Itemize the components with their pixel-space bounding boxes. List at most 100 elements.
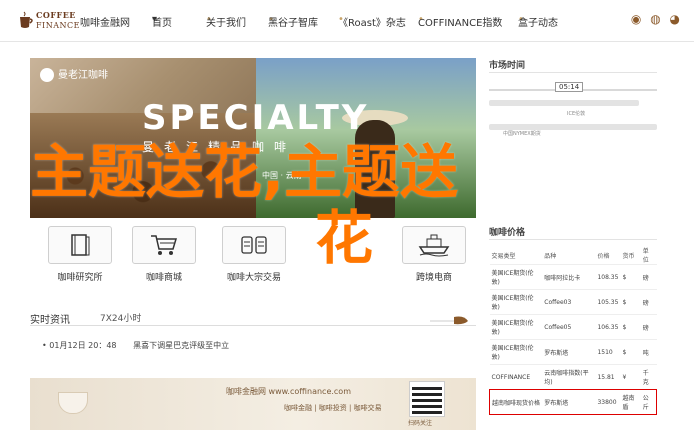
realtime-tab[interactable]: 7X24小时 xyxy=(100,311,141,324)
nav-label: 《Roast》杂志 xyxy=(338,18,406,29)
cart-icon xyxy=(151,235,178,255)
sidebar-divider xyxy=(489,72,657,73)
table-cell: 罗布斯塔 xyxy=(542,389,596,415)
table-cell: ¥ xyxy=(620,364,641,390)
realtime-title: 实时资讯 xyxy=(30,315,70,326)
ad-banner[interactable]: 咖啡金融网 www.coffinance.com 咖啡金融 | 咖啡投资 | 咖… xyxy=(30,378,476,430)
timeline-row-label: 中国NYMEX期货 xyxy=(503,131,541,137)
table-cell: 咖啡阿拉比卡 xyxy=(542,264,596,290)
table-header: 品种 xyxy=(544,252,557,260)
category-row: 咖啡研究所 咖啡商城 咖啡大宗交易 跨境电商 xyxy=(30,226,476,288)
nav-label: 关于我们 xyxy=(206,18,246,29)
category-icon-box xyxy=(132,226,196,264)
news-text: 黑喜下调星巴克评级至中立 xyxy=(133,341,230,350)
news-date: • 01月12日 20：48 xyxy=(42,341,117,350)
qr-code-icon xyxy=(409,381,445,417)
table-cell: COFFINANCE xyxy=(489,364,543,390)
ship-icon xyxy=(418,234,450,257)
table-cell: 越南盾 xyxy=(620,389,641,415)
category-icon-box xyxy=(222,226,286,264)
table-cell: 106.35 xyxy=(595,314,621,340)
table-cell: 公斤 xyxy=(640,389,657,415)
table-cell: 15.81 xyxy=(595,364,621,390)
table-cell: 美国ICE期货(伦敦) xyxy=(489,289,543,315)
price-title: 咖啡价格 xyxy=(489,228,526,238)
site-name: 咖啡金融网 xyxy=(80,18,130,29)
table-row[interactable]: 美国ICE期货(伦敦) 咖啡阿拉比卡 108.35 $ 磅 xyxy=(489,264,657,290)
banner-brand-text: 曼老江咖啡 xyxy=(58,70,108,81)
table-cell: 108.35 xyxy=(595,264,621,290)
table-cell: 吨 xyxy=(640,339,657,365)
logo-text-top: COFFEE xyxy=(36,10,76,20)
table-cell: 云南咖啡指数(平均) xyxy=(542,364,596,390)
table-cell: 磅 xyxy=(640,264,657,290)
table-header: 价格 xyxy=(597,252,610,260)
coffee-cup-icon xyxy=(20,11,33,28)
category-label: 咖啡研究所 xyxy=(57,273,103,283)
timeline-row xyxy=(489,100,639,106)
table-header-row: 交易类型 品种 价格 货币 单位 xyxy=(490,246,657,265)
nav-label: 首页 xyxy=(152,18,172,29)
table-cell: $ xyxy=(620,289,641,315)
timeline-row-label: ICE伦敦 xyxy=(567,111,586,117)
banner-brand: 曼老江咖啡 xyxy=(40,66,108,82)
table-cell: 美国ICE期货(伦敦) xyxy=(489,314,543,340)
table-row[interactable]: COFFINANCE 云南咖啡指数(平均) 15.81 ¥ 千克 xyxy=(489,364,657,390)
nav-label: COFFINANCE指数 xyxy=(418,18,503,29)
wechat-icon[interactable]: ◍ xyxy=(650,12,660,26)
more-icon[interactable] xyxy=(430,315,470,325)
user-icon[interactable]: ◕ xyxy=(670,12,680,26)
sidebar-divider xyxy=(489,239,657,240)
top-header: COFFEE FINANCE 咖啡金融网 首页 ▾ • 关于我们 • 黑谷子智库 •… xyxy=(0,0,694,42)
table-row[interactable]: 美国ICE期货(伦敦) Coffee05 106.35 $ 磅 xyxy=(489,314,657,340)
overlay-text-line1: 主题送花,主题送 xyxy=(30,138,459,206)
nav-item-home[interactable]: 首页 ▾ xyxy=(152,14,172,29)
category-label: 咖啡大宗交易 xyxy=(226,273,281,283)
table-cell: 磅 xyxy=(640,314,657,340)
table-cell: $ xyxy=(620,264,641,290)
table-cell: 1510 xyxy=(595,339,621,365)
header-icons: ◉ ◍ ◕ xyxy=(626,12,680,26)
category-bulk-trade[interactable]: 咖啡大宗交易 xyxy=(212,226,296,286)
timeline-current-time: 05:14 xyxy=(555,82,584,92)
category-label: 跨境电商 xyxy=(415,273,452,283)
market-time-title: 市场时间 xyxy=(489,61,526,71)
ad-site-name: 咖啡金融网 www.coffinance.com xyxy=(226,387,351,396)
table-row[interactable]: 美国ICE期货(伦敦) 罗布斯塔 1510 $ 吨 xyxy=(489,339,657,365)
coffee-cup-image xyxy=(58,392,88,414)
table-row-highlighted[interactable]: 越南咖啡现货价格 罗布斯塔 33800 越南盾 公斤 xyxy=(489,389,657,415)
table-header: 货币 xyxy=(622,252,635,260)
table-cell: 105.35 xyxy=(595,289,621,315)
table-cell: 千克 xyxy=(640,364,657,390)
book-icon xyxy=(71,234,90,256)
nav-label: 黑谷子智库 xyxy=(268,18,318,29)
brand-icon xyxy=(40,68,54,82)
news-item[interactable]: • 01月12日 20：48 黑喜下调星巴克评级至中立 xyxy=(42,340,229,351)
category-cross-border[interactable]: 跨境电商 xyxy=(392,226,476,286)
category-icon-box xyxy=(48,226,112,264)
market-timeline: 05:14 ICE伦敦 中国NYMEX期货 xyxy=(489,82,657,137)
table-cell: 33800 xyxy=(595,389,621,415)
overlay-text-line2: 花 xyxy=(315,204,374,272)
price-table: 交易类型 品种 价格 货币 单位 美国ICE期货(伦敦) 咖啡阿拉比卡 108.… xyxy=(489,246,657,415)
table-cell: Coffee05 xyxy=(542,314,596,340)
category-shop[interactable]: 咖啡商城 xyxy=(122,226,206,286)
category-research[interactable]: 咖啡研究所 xyxy=(38,226,122,286)
table-cell: Coffee03 xyxy=(542,289,596,315)
site-logo[interactable]: COFFEE FINANCE xyxy=(18,9,79,33)
ad-links: 咖啡金融 | 咖啡投资 | 咖啡交易 xyxy=(284,404,382,412)
banner-headline: SPECIALTY xyxy=(142,98,370,138)
realtime-divider xyxy=(30,325,476,326)
logo-text-bottom: FINANCE xyxy=(36,21,80,30)
qr-label: 扫码关注 xyxy=(408,420,433,427)
table-header: 交易类型 xyxy=(491,252,516,260)
category-label: 咖啡商城 xyxy=(145,273,182,283)
table-cell: 美国ICE期货(伦敦) xyxy=(489,339,543,365)
table-cell: 美国ICE期货(伦敦) xyxy=(489,264,543,290)
table-row[interactable]: 美国ICE期货(伦敦) Coffee03 105.35 $ 磅 xyxy=(489,289,657,315)
nav-label: 盒子动态 xyxy=(518,18,558,29)
trade-icon xyxy=(241,236,267,254)
table-cell: 磅 xyxy=(640,289,657,315)
category-icon-box xyxy=(402,226,466,264)
weibo-icon[interactable]: ◉ xyxy=(631,12,641,26)
